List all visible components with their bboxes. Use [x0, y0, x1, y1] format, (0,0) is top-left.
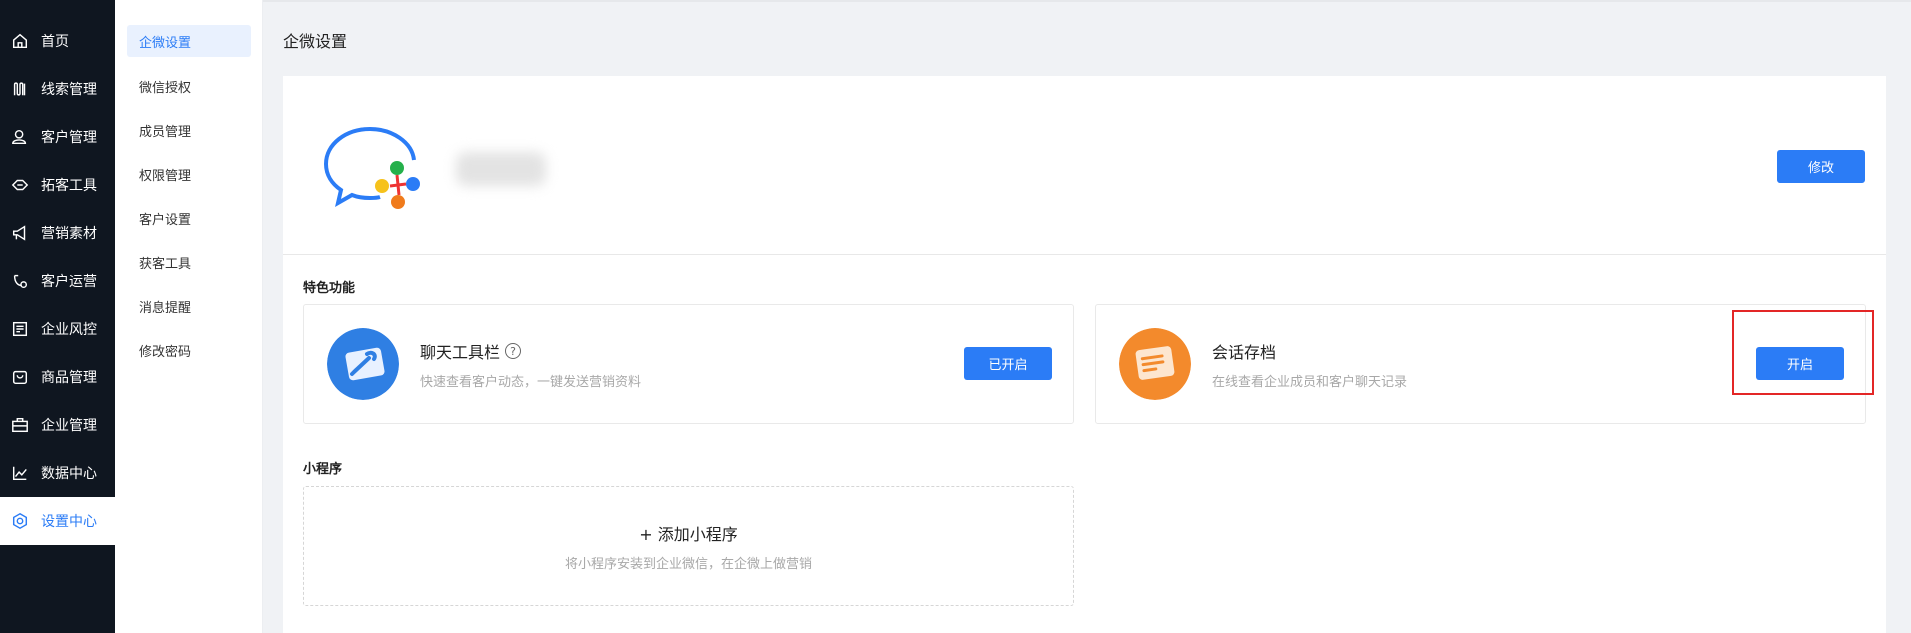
corp-profile: 修改: [283, 76, 1886, 255]
nav-item-clues[interactable]: 线索管理: [0, 65, 115, 113]
nav-label: 企业管理: [41, 418, 97, 434]
settings-submenu: 企微设置 微信授权 成员管理 权限管理 客户设置 获客工具 消息提醒 修改密码: [115, 0, 263, 633]
add-mini-program-desc: 将小程序安装到企业微信，在企微上做营销: [564, 557, 812, 572]
operation-icon: [10, 271, 30, 291]
nav-item-risk[interactable]: 企业风控: [0, 305, 115, 353]
features-section-label: 特色功能: [303, 281, 356, 296]
wrench-icon: [327, 328, 399, 400]
nav-label: 线索管理: [41, 82, 97, 98]
nav-item-goods[interactable]: 商品管理: [0, 353, 115, 401]
home-icon: [10, 31, 30, 51]
submenu-item-wecom-settings[interactable]: 企微设置: [127, 25, 251, 57]
nav-label: 客户管理: [41, 130, 97, 146]
nav-item-data[interactable]: 数据中心: [0, 449, 115, 497]
customer-icon: [10, 127, 30, 147]
session-archive-desc: 在线查看企业成员和客户聊天记录: [1212, 375, 1408, 390]
add-mini-program-label: + 添加小程序: [639, 525, 738, 544]
nav-label: 首页: [41, 34, 69, 50]
nav-item-settings[interactable]: 设置中心: [0, 497, 115, 545]
nav-label: 企业风控: [41, 322, 97, 338]
nav-label: 拓客工具: [41, 178, 97, 194]
session-archive-title: 会话存档: [1212, 343, 1277, 362]
chart-icon: [10, 463, 30, 483]
submenu-item-acquisition-tools[interactable]: 获客工具: [127, 246, 251, 278]
submenu-item-wechat-auth[interactable]: 微信授权: [127, 70, 251, 102]
wecom-logo: [323, 127, 420, 209]
nav-label: 数据中心: [41, 466, 97, 482]
chat-toolbar-card: 聊天工具栏 ? 快速查看客户动态，一键发送营销资料 已开启: [303, 304, 1074, 424]
nav-item-enterprise[interactable]: 企业管理: [0, 401, 115, 449]
nav-label: 营销素材: [41, 226, 97, 242]
megaphone-icon: [10, 223, 30, 243]
highlight-annotation: [1732, 310, 1874, 395]
chat-toolbar-desc: 快速查看客户动态，一键发送营销资料: [420, 375, 642, 390]
nav-item-home[interactable]: 首页: [0, 17, 115, 65]
submenu-item-change-password[interactable]: 修改密码: [127, 334, 251, 366]
main-nav: 首页 线索管理 客户管理 拓客工具 营销素材 客户运营 企业风控 商品管理 企业…: [0, 0, 115, 633]
chat-toolbar-enabled-button[interactable]: 已开启: [964, 347, 1052, 380]
briefcase-icon: [10, 415, 30, 435]
add-mini-program-card[interactable]: + 添加小程序 将小程序安装到企业微信，在企微上做营销: [303, 486, 1074, 606]
nav-label: 设置中心: [41, 514, 97, 530]
nav-label: 客户运营: [41, 274, 97, 290]
settings-icon: [10, 511, 30, 531]
goods-icon: [10, 367, 30, 387]
submenu-item-members[interactable]: 成员管理: [127, 114, 251, 146]
nav-item-customers[interactable]: 客户管理: [0, 113, 115, 161]
submenu-item-notifications[interactable]: 消息提醒: [127, 290, 251, 322]
tool-icon: [10, 175, 30, 195]
nav-item-operations[interactable]: 客户运营: [0, 257, 115, 305]
submenu-item-permissions[interactable]: 权限管理: [127, 158, 251, 190]
risk-icon: [10, 319, 30, 339]
edit-button[interactable]: 修改: [1777, 150, 1865, 183]
document-icon: [1119, 328, 1191, 400]
page-title: 企微设置: [283, 32, 348, 51]
help-icon[interactable]: ?: [505, 343, 522, 359]
corp-name-blurred: [456, 152, 546, 186]
nav-item-tools[interactable]: 拓客工具: [0, 161, 115, 209]
chat-toolbar-title: 聊天工具栏 ?: [420, 339, 522, 363]
top-divider: [263, 0, 1911, 2]
submenu-item-customer-settings[interactable]: 客户设置: [127, 202, 251, 234]
chat-toolbar-title-text: 聊天工具栏: [420, 343, 501, 362]
nav-item-marketing[interactable]: 营销素材: [0, 209, 115, 257]
clue-icon: [10, 79, 30, 99]
nav-label: 商品管理: [41, 370, 97, 386]
mini-program-section-label: 小程序: [303, 462, 343, 477]
